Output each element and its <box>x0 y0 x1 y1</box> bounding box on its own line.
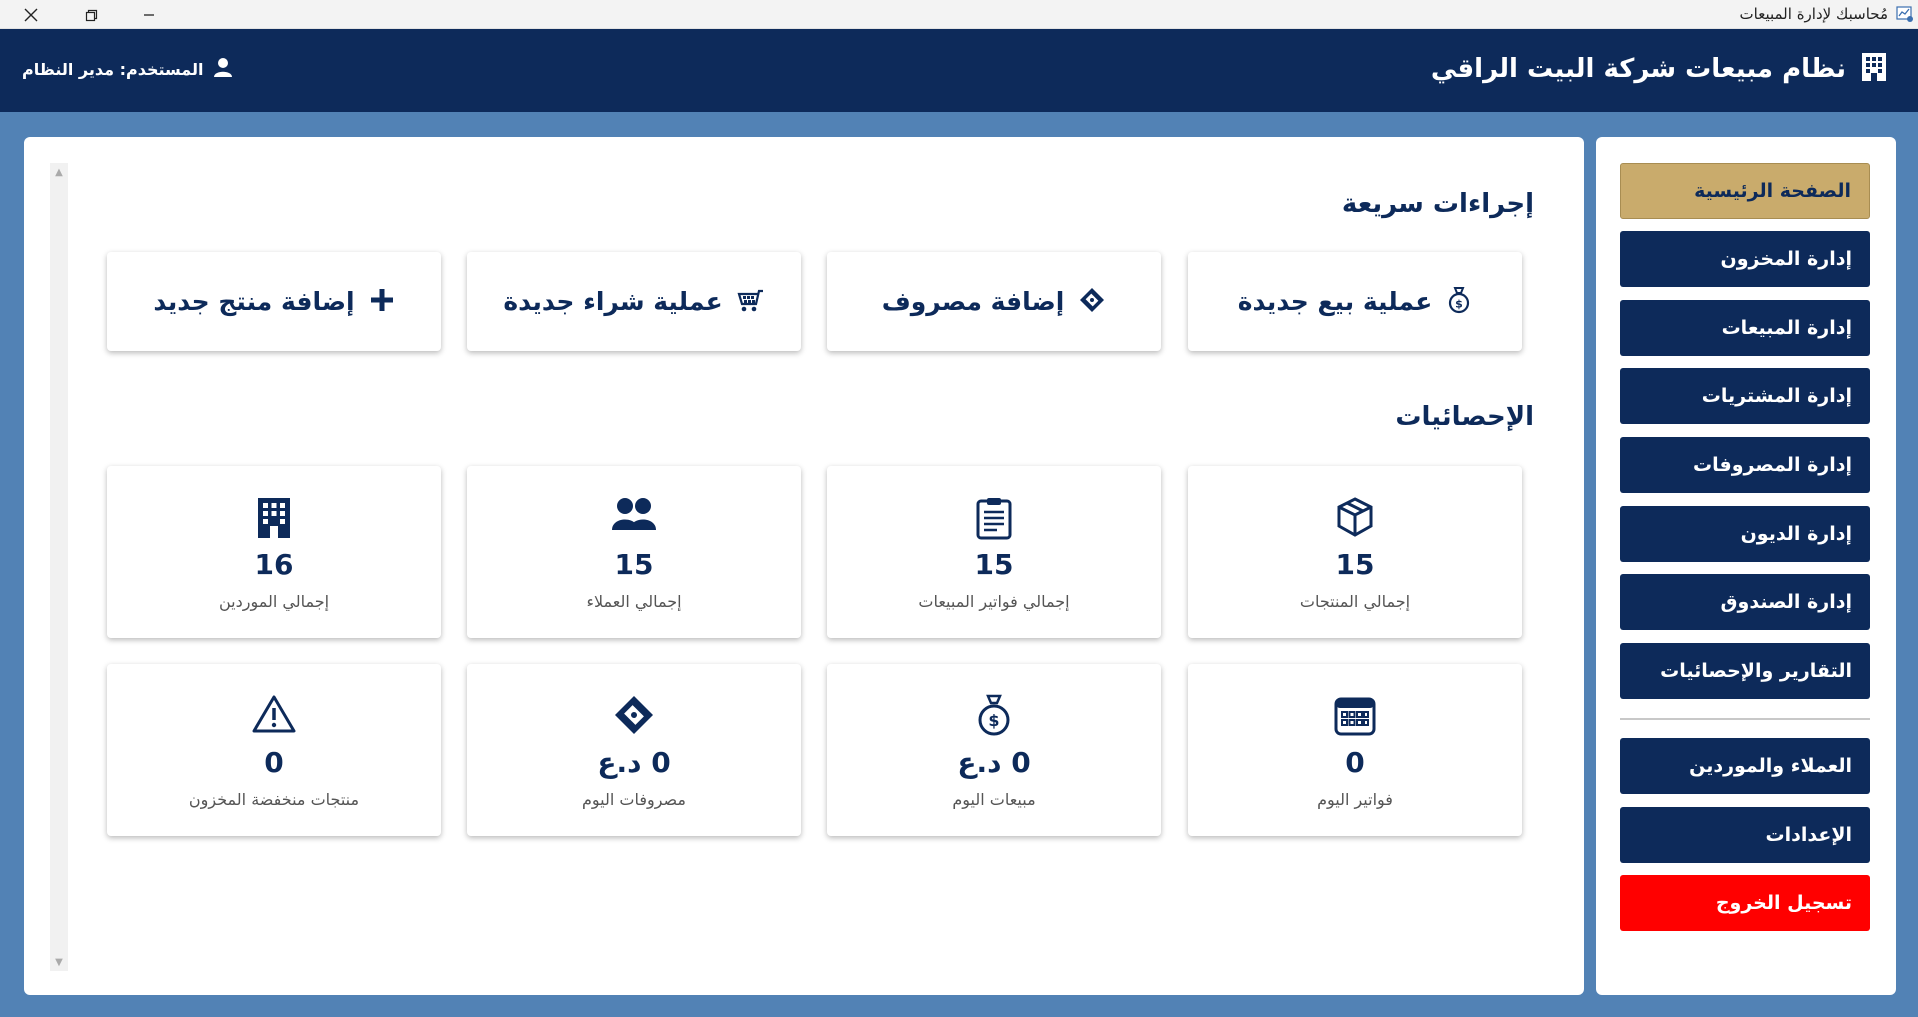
box-icon <box>1188 496 1522 540</box>
plus-icon <box>369 287 395 317</box>
building-icon <box>107 496 441 540</box>
sidebar-item-settings[interactable]: الإعدادات <box>1620 807 1870 863</box>
stat-caption: إجمالي فواتير المبيعات <box>918 592 1070 611</box>
title-bar: مُحاسبك لإدارة المبيعات <box>0 0 1918 29</box>
sidebar-item-debts[interactable]: إدارة الديون <box>1620 506 1870 562</box>
sidebar-item-purchases[interactable]: إدارة المشتريات <box>1620 368 1870 424</box>
current-user: المستخدم: مدير النظام <box>22 57 232 81</box>
quick-actions-title: إجراءات سريعة <box>1341 189 1534 219</box>
stat-caption: مبيعات اليوم <box>952 790 1036 809</box>
minimize-icon[interactable] <box>126 0 172 29</box>
statistics-title: الإحصائيات <box>1395 402 1534 432</box>
new-purchase-button[interactable]: عملية شراء جديدة <box>467 252 801 351</box>
stat-card-low-stock: 0 منتجات منخفضة المخزون <box>107 664 441 836</box>
calendar-icon <box>1188 694 1522 738</box>
svg-text:$: $ <box>1455 297 1463 310</box>
clipboard-icon <box>827 496 1161 540</box>
add-expense-label: إضافة مصروف <box>881 287 1065 316</box>
svg-text:$: $ <box>988 711 999 730</box>
stat-value: 0 <box>264 746 284 779</box>
stat-value: 0 د.ع <box>597 746 671 779</box>
stat-card-products: 15 إجمالي المنتجات <box>1188 466 1522 638</box>
money-bag-icon: $ <box>827 694 1161 738</box>
add-expense-button[interactable]: إضافة مصروف <box>827 252 1161 351</box>
stat-value: 15 <box>1335 548 1375 581</box>
stat-card-suppliers: 16 إجمالي الموردين <box>107 466 441 638</box>
building-icon <box>1858 51 1890 87</box>
new-sale-button[interactable]: $ عملية بيع جديدة <box>1188 252 1522 351</box>
stat-card-customers: 15 إجمالي العملاء <box>467 466 801 638</box>
new-sale-label: عملية بيع جديدة <box>1237 287 1433 316</box>
money-tag-icon <box>1078 286 1106 318</box>
scroll-up-icon[interactable]: ▲ <box>50 163 68 181</box>
stat-caption: مصروفات اليوم <box>582 790 686 809</box>
sidebar-item-expenses[interactable]: إدارة المصروفات <box>1620 437 1870 493</box>
user-icon <box>213 57 232 81</box>
stat-value: 0 <box>1345 746 1365 779</box>
brand: نظام مبيعات شركة البيت الراقي <box>1431 51 1890 87</box>
logout-button[interactable]: تسجيل الخروج <box>1620 875 1870 931</box>
sidebar-item-home[interactable]: الصفحة الرئيسية <box>1620 163 1870 219</box>
sidebar: الصفحة الرئيسية إدارة المخزون إدارة المب… <box>1596 137 1896 995</box>
stat-card-today-sales: $ 0 د.ع مبيعات اليوم <box>827 664 1161 836</box>
money-tag-icon <box>467 694 801 738</box>
stat-caption: إجمالي العملاء <box>586 592 682 611</box>
brand-title: نظام مبيعات شركة البيت الراقي <box>1430 54 1846 84</box>
sidebar-divider <box>1620 718 1870 720</box>
window-title: مُحاسبك لإدارة المبيعات <box>1739 5 1888 23</box>
add-product-button[interactable]: إضافة منتج جديد <box>107 252 441 351</box>
stat-value: 0 د.ع <box>957 746 1031 779</box>
stat-card-today-expenses: 0 د.ع مصروفات اليوم <box>467 664 801 836</box>
app-header: نظام مبيعات شركة البيت الراقي المستخدم: … <box>0 29 1918 112</box>
restore-icon[interactable] <box>68 0 114 29</box>
stat-caption: إجمالي المنتجات <box>1299 592 1411 611</box>
stat-caption: منتجات منخفضة المخزون <box>188 790 360 809</box>
scroll-down-icon[interactable]: ▼ <box>50 953 68 971</box>
cart-icon <box>737 287 765 317</box>
stat-value: 16 <box>254 548 294 581</box>
sidebar-item-sales[interactable]: إدارة المبيعات <box>1620 300 1870 356</box>
sidebar-item-customers-suppliers[interactable]: العملاء والموردين <box>1620 738 1870 794</box>
vertical-scrollbar[interactable]: ▲ ▼ <box>50 163 68 971</box>
stat-card-sales-invoices: 15 إجمالي فواتير المبيعات <box>827 466 1161 638</box>
warning-icon <box>107 694 441 738</box>
new-purchase-label: عملية شراء جديدة <box>503 287 723 316</box>
add-product-label: إضافة منتج جديد <box>153 287 355 316</box>
stat-value: 15 <box>614 548 654 581</box>
stat-value: 15 <box>974 548 1014 581</box>
stat-caption: إجمالي الموردين <box>218 592 330 611</box>
main-panel: ▲ ▼ إجراءات سريعة $ عملية بيع جديدة إضاف… <box>24 137 1584 995</box>
stat-caption: فواتير اليوم <box>1317 790 1393 809</box>
sidebar-item-inventory[interactable]: إدارة المخزون <box>1620 231 1870 287</box>
app-icon <box>1896 5 1914 23</box>
money-bag-icon: $ <box>1446 286 1472 318</box>
close-icon[interactable] <box>8 0 54 29</box>
user-label: المستخدم: مدير النظام <box>22 59 204 79</box>
sidebar-item-cashbox[interactable]: إدارة الصندوق <box>1620 574 1870 630</box>
users-icon <box>467 496 801 540</box>
sidebar-item-reports[interactable]: التقارير والإحصائيات <box>1620 643 1870 699</box>
stat-card-today-invoices: 0 فواتير اليوم <box>1188 664 1522 836</box>
